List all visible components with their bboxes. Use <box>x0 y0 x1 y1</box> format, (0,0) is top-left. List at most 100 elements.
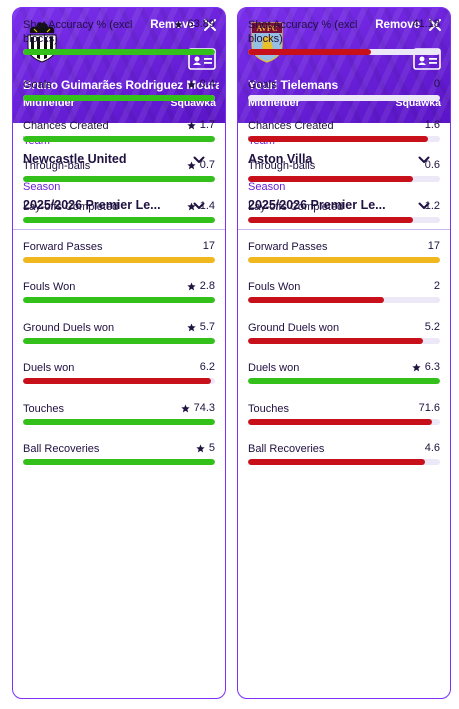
stat-value: 4.6 <box>425 442 440 454</box>
stat-value: 5 <box>196 442 215 454</box>
stat-row: Shot Accuracy % (excl blocks) 41.18 <box>248 18 440 55</box>
stat-bar-fill <box>248 136 429 142</box>
stat-label: Shot Accuracy % (excl blocks) <box>248 19 358 45</box>
stat-label: Touches <box>248 403 289 415</box>
stat-bar-track <box>23 297 215 303</box>
stat-value: 2.8 <box>187 280 215 292</box>
stat-bar-fill <box>248 49 371 55</box>
stat-value: 5.7 <box>187 321 215 333</box>
stat-number: 2 <box>433 280 440 292</box>
stat-bar-track <box>248 95 440 101</box>
stat-bar-track <box>23 459 215 465</box>
season-label: Season <box>23 181 61 193</box>
stat-bar-fill <box>23 217 215 223</box>
stat-row: Chances Created 1.6 <box>248 119 440 142</box>
stat-bar-fill <box>248 338 423 344</box>
stat-number: 6.2 <box>199 361 215 373</box>
stat-label: Chances Created <box>248 120 334 132</box>
stat-label: Fouls Won <box>23 281 76 293</box>
stat-number: 0.4 <box>199 78 215 90</box>
stat-value: 6.3 <box>412 361 440 373</box>
stat-row: Shot Accuracy % (excl blocks) 63.89 <box>23 18 215 55</box>
stat-row: Fouls Won 2.8 <box>23 280 215 303</box>
stat-row: Touches 71.6 <box>248 402 440 425</box>
star-icon <box>187 79 196 88</box>
stat-number: 1.2 <box>424 200 440 212</box>
stat-number: 4.6 <box>424 442 440 454</box>
stat-bar-fill <box>23 136 215 142</box>
stat-row: Ball Recoveries 5 <box>23 442 215 465</box>
stat-row: Fouls Won 2 <box>248 280 440 303</box>
stat-bar-track <box>23 176 215 182</box>
stat-bar-track <box>23 49 215 55</box>
stat-value: 1.7 <box>187 119 215 131</box>
stat-bar-fill <box>23 176 215 182</box>
stat-bar-fill <box>23 459 215 465</box>
stat-row: Lay-offs Completed 1.2 <box>248 200 440 223</box>
stat-value: 63.89 <box>174 18 215 30</box>
stat-row: Lay-offs Completed 1.4 <box>23 200 215 223</box>
stat-number: 1.6 <box>424 119 440 131</box>
stat-label: Goals <box>248 79 277 91</box>
stat-bar-fill <box>23 49 215 55</box>
star-icon <box>187 281 196 290</box>
stat-bar-track <box>248 136 440 142</box>
stat-bar-track <box>248 176 440 182</box>
star-icon <box>174 19 184 28</box>
stat-row: Goals 0 <box>248 78 440 101</box>
stat-bar-track <box>248 338 440 344</box>
stat-bar-track <box>248 257 440 263</box>
stat-value: 6.2 <box>200 361 215 373</box>
stat-bar-fill <box>248 297 385 303</box>
stat-bar-track <box>248 297 440 303</box>
stat-bar-track <box>248 459 440 465</box>
stat-row: Ball Recoveries 4.6 <box>248 442 440 465</box>
stat-bar-track <box>23 378 215 384</box>
stat-bar-fill <box>23 419 215 425</box>
stat-bar-track <box>248 419 440 425</box>
stat-bar-track <box>23 257 215 263</box>
stat-value: 17 <box>203 240 215 252</box>
stat-number: 6.3 <box>424 361 440 373</box>
stat-value: 71.6 <box>419 402 440 414</box>
star-icon <box>187 322 196 331</box>
stat-label: Through-balls <box>248 160 316 172</box>
stat-number: 41.18 <box>412 18 440 30</box>
stat-label: Duels won <box>23 362 75 374</box>
stat-number: 0.7 <box>199 159 215 171</box>
stat-number: 71.6 <box>418 402 440 414</box>
stat-row: Through-balls 0.6 <box>248 159 440 182</box>
player-card-left: Remove Bruno Guimarães Rodriguez Moura M… <box>12 7 226 699</box>
stat-bar-fill <box>23 338 215 344</box>
stat-number: 0.6 <box>424 159 440 171</box>
stat-value: 74.3 <box>180 402 215 414</box>
stat-number: 1.4 <box>199 200 215 212</box>
stat-bar-fill <box>23 257 215 263</box>
stat-row: Touches 74.3 <box>23 402 215 425</box>
stat-row: Goals 0.4 <box>23 78 215 101</box>
stat-value: 0 <box>434 78 440 90</box>
star-icon <box>196 443 205 452</box>
player-card-right: AVFC Remove Youri Tielemans Midfielder S… <box>237 7 451 699</box>
stat-number: 2.8 <box>199 280 215 292</box>
stat-label: Goals <box>23 79 52 91</box>
stat-bar-track <box>23 217 215 223</box>
stat-bar-fill <box>248 217 414 223</box>
stat-value: 0.4 <box>187 78 215 90</box>
stat-number: 74.3 <box>193 402 215 414</box>
stat-label: Chances Created <box>23 120 109 132</box>
star-icon <box>412 362 421 371</box>
stat-row: Ground Duels won 5.7 <box>23 321 215 344</box>
star-icon <box>187 160 196 169</box>
stat-number: 17 <box>202 240 215 252</box>
stat-label: Through-balls <box>23 160 91 172</box>
stat-bar-fill <box>23 378 212 384</box>
star-icon <box>187 120 196 129</box>
stat-number: 5.7 <box>199 321 215 333</box>
stat-bar-track <box>23 419 215 425</box>
stat-bar-fill <box>23 297 215 303</box>
stat-label: Lay-offs Completed <box>248 201 344 213</box>
stat-row: Chances Created 1.7 <box>23 119 215 142</box>
stat-label: Touches <box>23 403 64 415</box>
stat-row: Duels won 6.2 <box>23 361 215 384</box>
